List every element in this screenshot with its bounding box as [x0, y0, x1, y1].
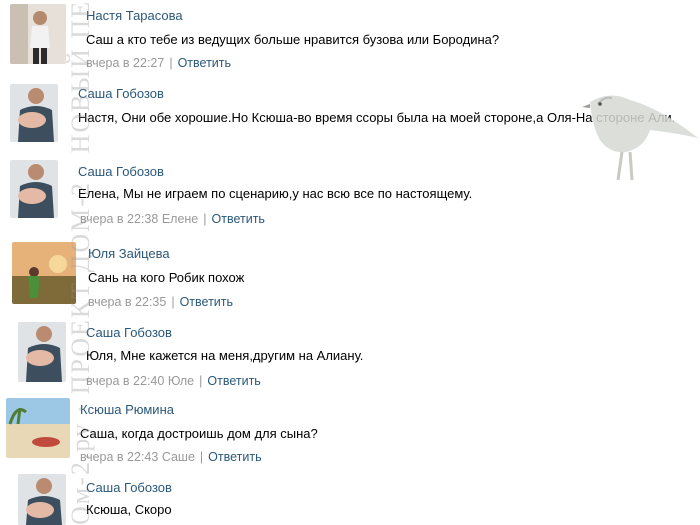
comment-time[interactable]: вчера в 22:35	[88, 295, 166, 309]
avatar[interactable]	[12, 242, 76, 304]
comment-meta: вчера в 22:27 | Ответить	[86, 56, 231, 70]
reply-to[interactable]: Елене	[162, 212, 198, 226]
reply-to[interactable]: Саше	[162, 450, 195, 464]
separator: |	[199, 450, 204, 464]
avatar[interactable]	[18, 322, 66, 382]
avatar-photo-man-with-baby	[18, 474, 66, 525]
author-name[interactable]: Настя Тарасова	[86, 8, 183, 23]
avatar-photo-sunset	[12, 242, 76, 304]
avatar[interactable]	[10, 84, 58, 142]
reply-link[interactable]: Ответить	[212, 212, 265, 226]
author-name[interactable]: Саша Гобозов	[78, 164, 164, 179]
comment-time[interactable]: вчера в 22:40	[86, 374, 164, 388]
comment-text: Ксюша, Скоро	[86, 502, 172, 517]
avatar-photo-woman	[10, 4, 66, 64]
separator: |	[199, 374, 203, 388]
comment-meta: вчера в 22:43 Саше | Ответить	[80, 450, 262, 464]
author-name[interactable]: Саша Гобозов	[78, 86, 164, 101]
comment-meta: вчера в 22:40 Юле | Ответить	[86, 374, 261, 388]
avatar[interactable]	[6, 398, 70, 458]
author-name[interactable]: Ксюша Рюмина	[80, 402, 174, 417]
avatar[interactable]	[10, 4, 66, 64]
avatar-photo-man-with-baby	[10, 84, 58, 142]
avatar-photo-man-with-baby	[18, 322, 66, 382]
author-name[interactable]: Юля Зайцева	[88, 246, 170, 261]
comment-meta: вчера в 22:35 | Ответить	[88, 295, 233, 309]
bird-image	[582, 95, 698, 181]
avatar-photo-man-with-baby	[10, 160, 58, 218]
comment-time[interactable]: вчера в 22:43	[80, 450, 158, 464]
comment-text: Юля, Мне кажется на меня,другим на Алиан…	[86, 348, 364, 363]
comment-time[interactable]: вчера в 22:38	[80, 212, 158, 226]
comment-text: Саша, когда достроишь дом для сына?	[80, 426, 318, 441]
reply-link[interactable]: Ответить	[178, 56, 231, 70]
reply-to[interactable]: Юле	[168, 374, 194, 388]
comment-text: Саш а кто тебе из ведущих больше нравитс…	[86, 32, 500, 47]
comment-text: Елена, Мы не играем по сценарию,у нас вс…	[78, 186, 473, 201]
reply-link[interactable]: Ответить	[207, 374, 260, 388]
reply-link[interactable]: Ответить	[208, 450, 261, 464]
comment-meta: вчера в 22:38 Елене | Ответить	[80, 212, 265, 226]
avatar[interactable]	[10, 160, 58, 218]
avatar-photo-beach	[6, 398, 70, 458]
separator: |	[169, 56, 173, 70]
separator: |	[171, 295, 175, 309]
comment-text: Сань на кого Робик похож	[88, 270, 245, 285]
author-name[interactable]: Саша Гобозов	[86, 325, 172, 340]
avatar[interactable]	[18, 474, 66, 525]
reply-link[interactable]: Ответить	[180, 295, 233, 309]
comment-time[interactable]: вчера в 22:27	[86, 56, 164, 70]
separator: |	[203, 212, 207, 226]
author-name[interactable]: Саша Гобозов	[86, 480, 172, 495]
